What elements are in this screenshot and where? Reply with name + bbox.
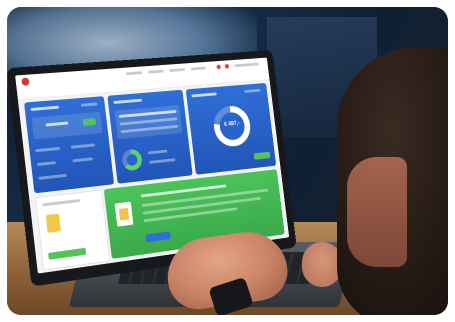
document-card (34, 189, 111, 271)
detail-line (36, 161, 56, 167)
photo-frame: € 487,- (7, 7, 448, 315)
nav-link (190, 66, 207, 71)
usage-table (114, 104, 183, 140)
detail-line (70, 143, 96, 149)
usage-row (119, 117, 178, 126)
document-icon (114, 201, 134, 227)
card-title-line (191, 92, 217, 98)
notification-icon (224, 63, 230, 69)
document-button (48, 247, 87, 260)
nav-link (126, 71, 143, 76)
usage-row (118, 109, 177, 118)
dashboard-card-account (24, 96, 115, 194)
right-hand (302, 242, 342, 287)
detail-line (72, 157, 93, 163)
brand-logo (21, 77, 30, 86)
detail-line (35, 146, 61, 153)
legend-line (147, 149, 168, 155)
dashboard-card-balance: € 487,- (185, 82, 277, 175)
balance-donut-hole: € 487,- (218, 111, 247, 142)
nav-link (169, 68, 186, 72)
document-icon-inner (118, 207, 130, 221)
account-summary-box (31, 111, 103, 140)
account-menu (234, 62, 259, 68)
detail-line (38, 173, 67, 180)
balance-donut: € 487,- (211, 104, 253, 149)
person-arm (347, 157, 407, 267)
card-title-line (113, 98, 143, 104)
usage-row (120, 124, 179, 134)
card-link-line (244, 88, 261, 93)
legend-line (149, 158, 176, 164)
status-badge (82, 118, 97, 126)
summary-line (45, 121, 69, 127)
notification-icon (216, 64, 222, 70)
card-title-line (30, 105, 59, 111)
nav-link (147, 69, 164, 74)
banner-button (145, 231, 171, 243)
usage-donut (121, 148, 144, 172)
dashboard-card-usage (107, 89, 193, 184)
balance-value: € 487,- (223, 120, 240, 128)
document-icon (45, 213, 61, 233)
card-link-line (80, 102, 98, 107)
document-title-line (42, 198, 81, 207)
balance-action-button (253, 151, 271, 160)
usage-donut-hole (126, 153, 139, 167)
